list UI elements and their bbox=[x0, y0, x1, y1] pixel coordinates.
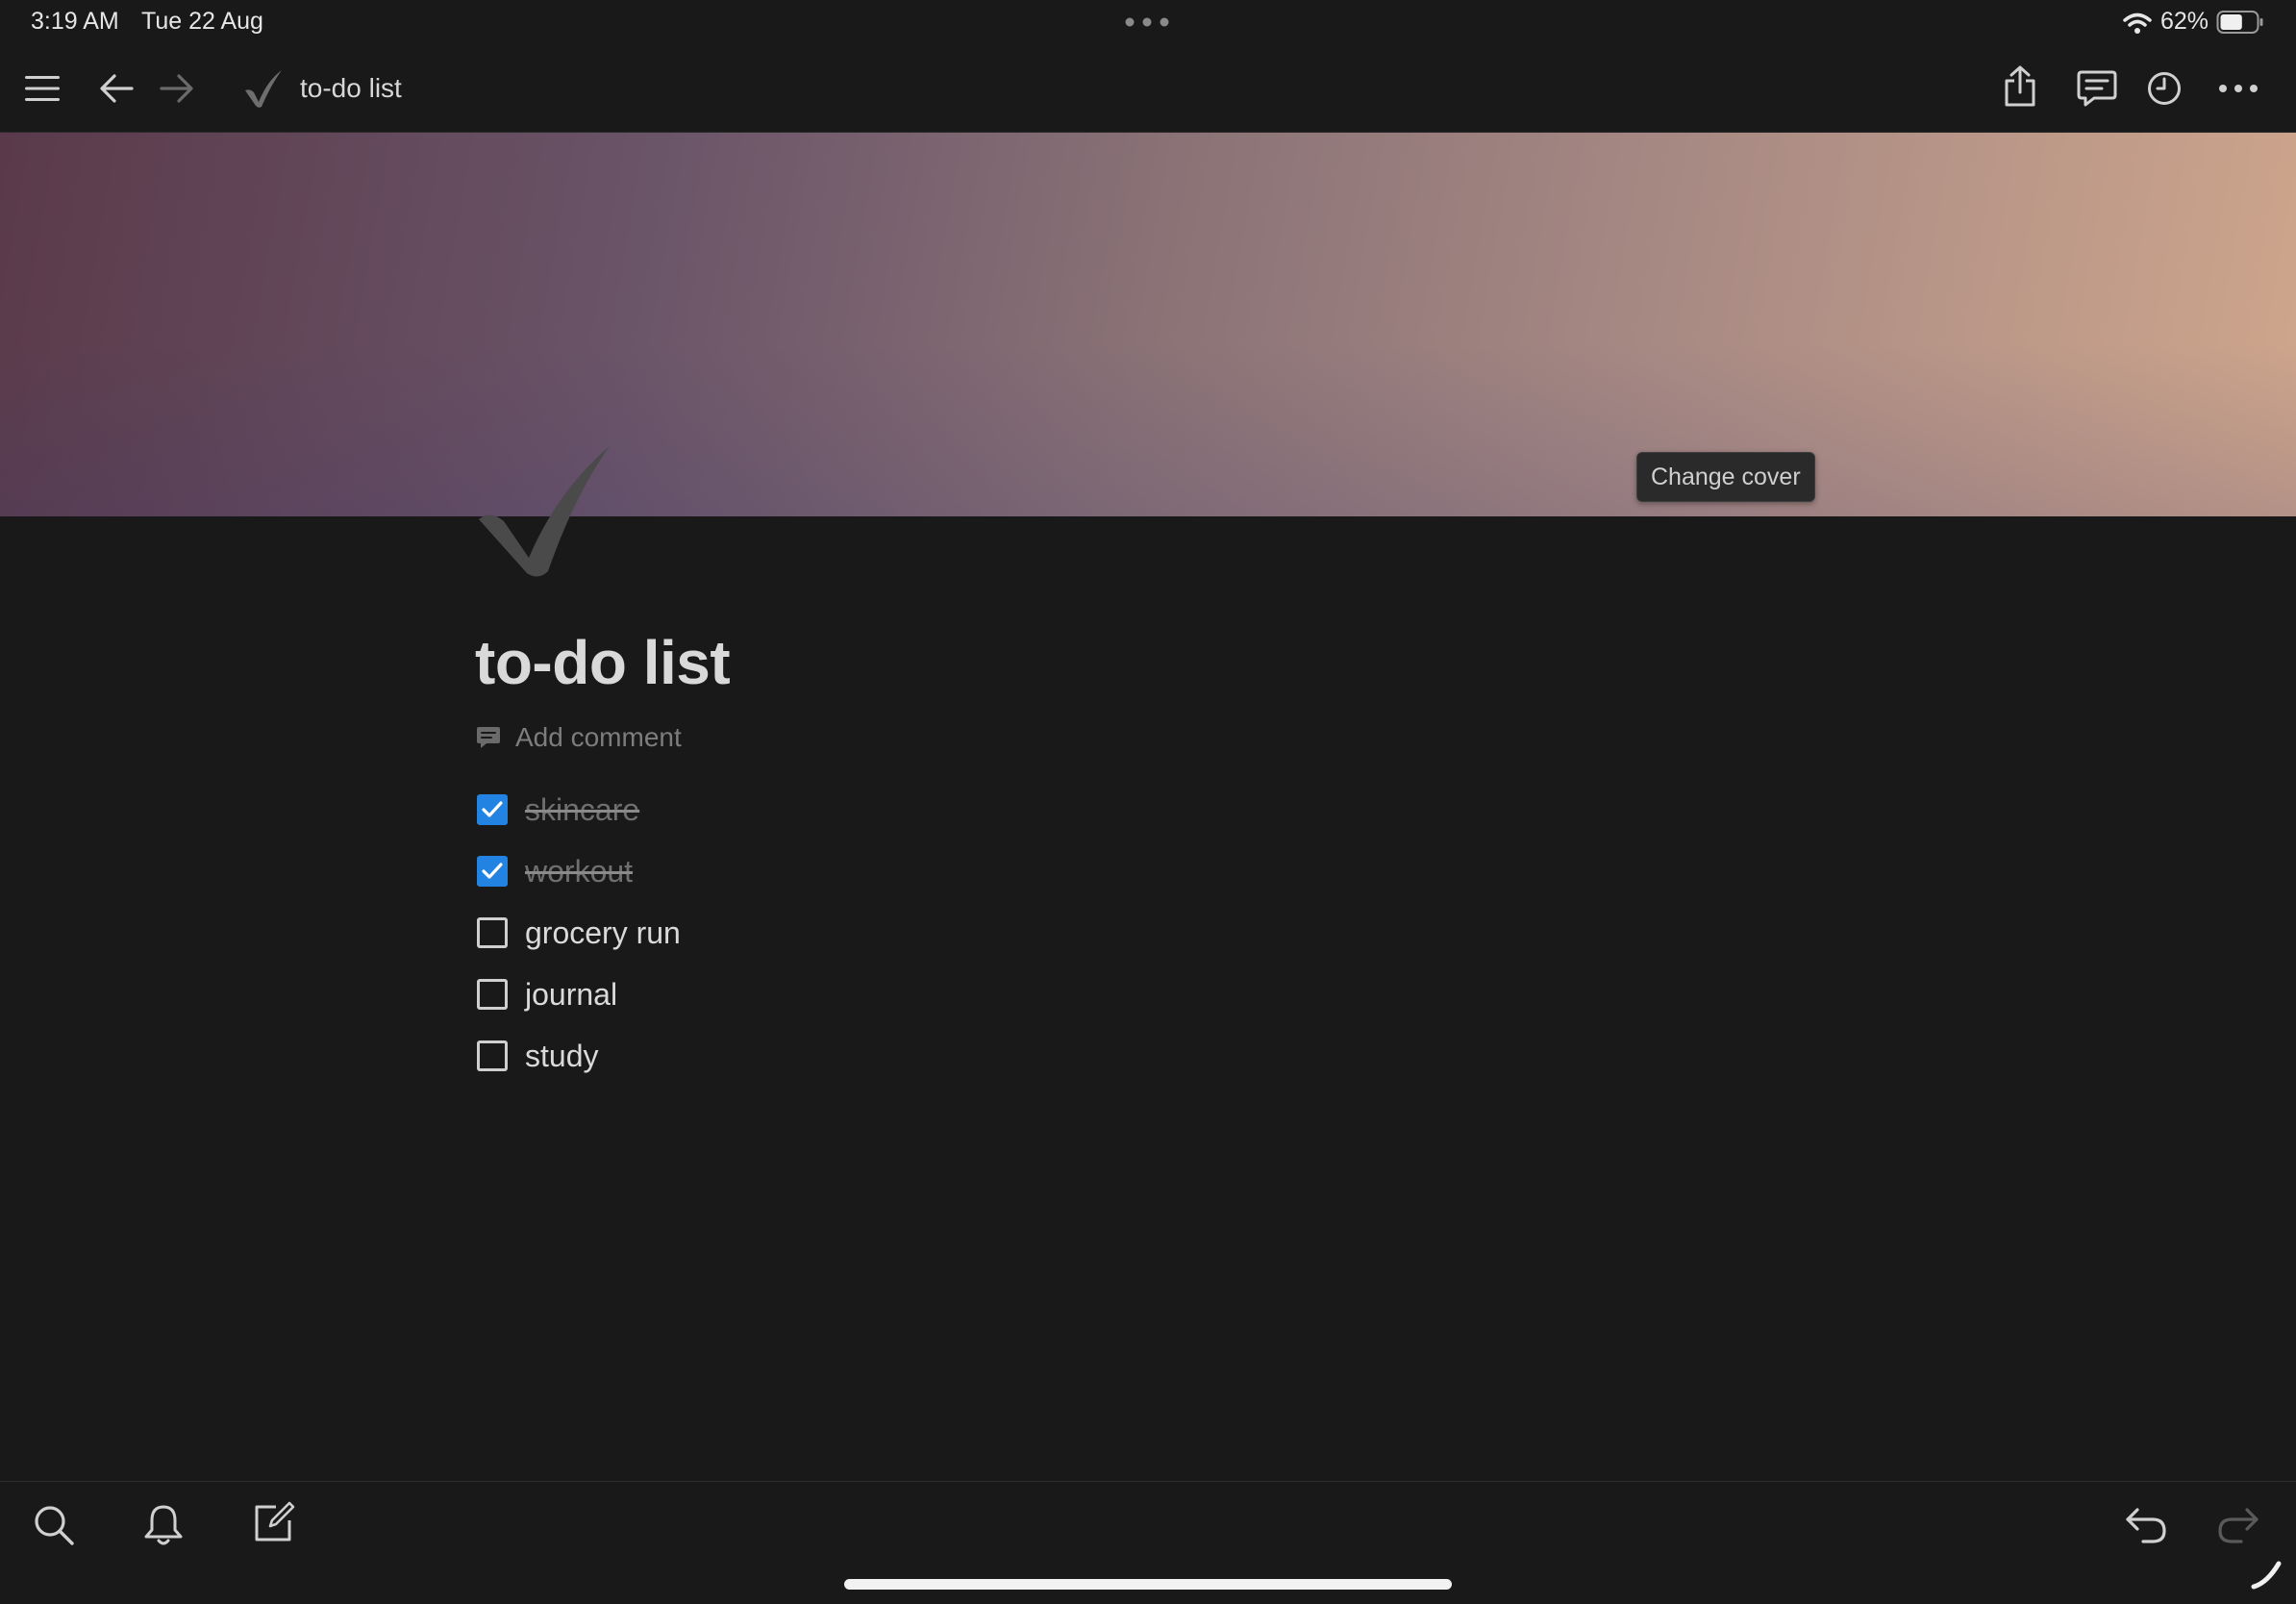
add-comment-button[interactable]: Add comment bbox=[475, 722, 682, 753]
page-cover-image[interactable] bbox=[0, 132, 2296, 516]
more-options-icon[interactable] bbox=[2211, 63, 2265, 113]
multitasking-dots-icon[interactable] bbox=[1125, 17, 1169, 27]
battery-percentage: 62% bbox=[2160, 8, 2209, 35]
redo-icon[interactable] bbox=[2211, 1498, 2265, 1552]
pencil-icon[interactable] bbox=[2250, 1558, 2283, 1591]
checkbox-unchecked[interactable] bbox=[477, 1040, 508, 1071]
add-comment-label: Add comment bbox=[515, 722, 682, 752]
history-clock-icon[interactable] bbox=[2139, 63, 2189, 113]
check-mark-icon bbox=[242, 67, 285, 110]
undo-icon[interactable] bbox=[2119, 1498, 2173, 1552]
checkbox-unchecked[interactable] bbox=[477, 979, 508, 1010]
breadcrumb-page-title[interactable]: to-do list bbox=[300, 73, 402, 104]
bell-icon[interactable] bbox=[137, 1498, 190, 1552]
todo-item[interactable]: workout bbox=[477, 848, 633, 894]
status-time: 3:19 AM bbox=[31, 8, 119, 35]
share-button[interactable] bbox=[1995, 60, 2045, 113]
todo-item[interactable]: journal bbox=[477, 971, 617, 1017]
comment-bubble-icon bbox=[475, 724, 502, 751]
todo-label[interactable]: journal bbox=[525, 977, 617, 1013]
checkbox-checked[interactable] bbox=[477, 856, 508, 887]
home-indicator[interactable] bbox=[844, 1579, 1452, 1590]
todo-label[interactable]: skincare bbox=[525, 792, 639, 828]
status-date: Tue 22 Aug bbox=[141, 8, 263, 35]
page-title[interactable]: to-do list bbox=[475, 627, 731, 698]
battery-icon bbox=[2216, 10, 2264, 35]
comments-icon[interactable] bbox=[2070, 63, 2124, 113]
change-cover-button[interactable]: Change cover bbox=[1636, 452, 1815, 502]
todo-label[interactable]: workout bbox=[525, 854, 633, 890]
sidebar-menu-button[interactable] bbox=[17, 63, 67, 113]
forward-button[interactable] bbox=[152, 63, 202, 113]
todo-item[interactable]: skincare bbox=[477, 787, 639, 833]
wifi-icon bbox=[2123, 12, 2152, 35]
page-check-mark-icon[interactable] bbox=[475, 444, 615, 581]
compose-new-page-icon[interactable] bbox=[246, 1496, 300, 1550]
todo-label[interactable]: study bbox=[525, 1039, 598, 1074]
checkbox-checked[interactable] bbox=[477, 794, 508, 825]
todo-label[interactable]: grocery run bbox=[525, 915, 681, 951]
search-icon[interactable] bbox=[27, 1498, 81, 1552]
todo-item[interactable]: study bbox=[477, 1033, 598, 1079]
checkbox-unchecked[interactable] bbox=[477, 917, 508, 948]
back-button[interactable] bbox=[91, 63, 141, 113]
todo-item[interactable]: grocery run bbox=[477, 910, 681, 956]
